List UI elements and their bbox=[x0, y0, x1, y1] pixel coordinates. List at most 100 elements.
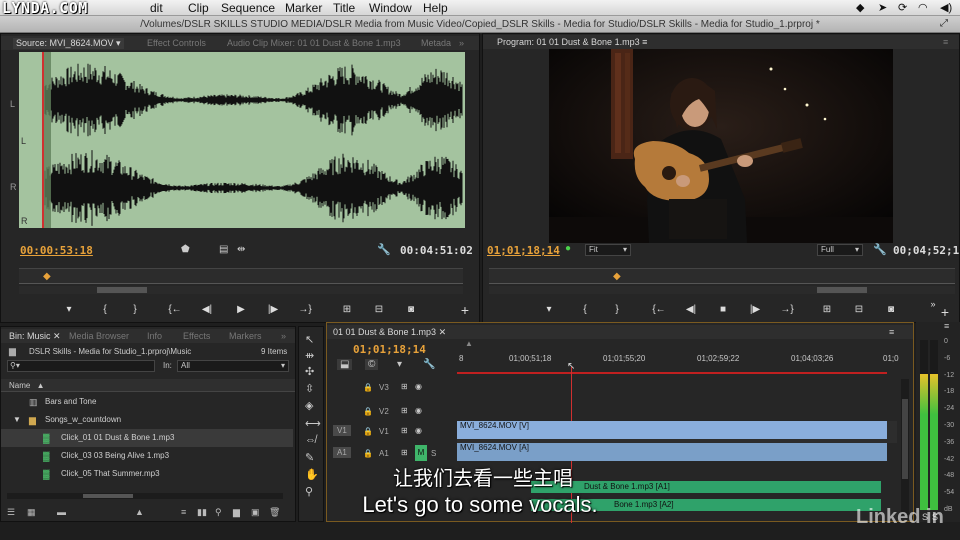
icon-view-icon[interactable]: ▦ bbox=[27, 507, 36, 518]
new-item-icon[interactable]: ▣ bbox=[251, 507, 260, 518]
list-view-icon[interactable]: ☰ bbox=[7, 507, 15, 518]
panel-menu-icon[interactable]: ≡ bbox=[944, 321, 949, 331]
step-back-icon[interactable]: ◀| bbox=[683, 304, 699, 316]
track-v3[interactable]: 🔒 V3 ⊞ ◉ bbox=[327, 379, 457, 397]
add-button-icon[interactable]: + bbox=[937, 305, 953, 319]
clip-v1[interactable]: MVI_8624.MOV [V] bbox=[457, 421, 887, 439]
wrench-icon[interactable]: 🔧 bbox=[873, 243, 887, 256]
tab-metadata[interactable]: Metada bbox=[421, 38, 451, 48]
step-forward-icon[interactable]: |▶ bbox=[747, 304, 763, 316]
arrow-icon[interactable]: ➤ bbox=[878, 1, 887, 14]
camera-icon[interactable]: ◙ bbox=[883, 304, 899, 316]
volume-icon[interactable]: ◀) bbox=[940, 1, 952, 14]
extract-icon[interactable]: ⊟ bbox=[851, 304, 867, 316]
menu-window[interactable]: Window bbox=[369, 1, 412, 15]
zoom-slider-icon[interactable]: ▲ bbox=[135, 507, 144, 517]
search-input[interactable]: ⚲▾ bbox=[7, 360, 155, 372]
list-item[interactable]: ▼ ▆ Songs_w_countdown bbox=[1, 411, 293, 429]
wrench-icon[interactable]: 🔧 bbox=[423, 359, 435, 370]
tab-audio-clip-mixer[interactable]: Audio Clip Mixer: 01 01 Dust & Bone 1.mp… bbox=[227, 38, 401, 48]
zoom-handle[interactable] bbox=[817, 287, 867, 293]
panel-more-icon[interactable]: » bbox=[281, 331, 286, 341]
solo-button[interactable]: S bbox=[431, 449, 436, 458]
track-a1[interactable]: A1 🔒 A1 ⊞ M S bbox=[327, 445, 457, 463]
marker-icon[interactable]: ⬟ bbox=[181, 244, 190, 255]
list-item[interactable]: ▓ Click_05 That Summer.mp3 bbox=[1, 465, 293, 483]
track-v1[interactable]: V1 🔒 V1 ⊞ ◉ bbox=[327, 423, 457, 441]
program-video-frame[interactable] bbox=[549, 49, 893, 243]
eye-icon[interactable]: ◉ bbox=[415, 426, 422, 435]
source-zoom-bar[interactable] bbox=[19, 286, 463, 294]
source-patch[interactable]: A1 bbox=[333, 447, 351, 458]
menu-title[interactable]: Title bbox=[333, 1, 355, 15]
hand-icon[interactable]: ✋ bbox=[305, 468, 319, 481]
lift-icon[interactable]: ⊞ bbox=[819, 304, 835, 316]
source-timecode-in[interactable]: 00:00:53:18 bbox=[20, 244, 93, 257]
add-marker-icon[interactable]: ▾ bbox=[541, 304, 557, 316]
quality-select[interactable]: Full ▾ bbox=[817, 244, 863, 256]
camera-icon[interactable]: ◙ bbox=[403, 304, 419, 316]
menu-sequence[interactable]: Sequence bbox=[221, 1, 275, 15]
step-forward-icon[interactable]: |▶ bbox=[265, 304, 281, 316]
work-area-icon[interactable]: ▲ bbox=[465, 339, 473, 348]
slip-icon[interactable]: ⟷ bbox=[305, 417, 321, 430]
tab-info[interactable]: Info bbox=[147, 331, 162, 341]
column-header[interactable]: Name ▲ bbox=[1, 379, 295, 392]
zoom-out-icon[interactable]: ▬ bbox=[57, 507, 66, 517]
mark-out-icon[interactable]: } bbox=[609, 304, 625, 316]
lock-icon[interactable]: 🔒 bbox=[363, 407, 373, 416]
slide-icon[interactable]: ⇎ bbox=[305, 434, 316, 446]
selection-tool-icon[interactable]: ↖ bbox=[305, 333, 314, 346]
dropbox-icon[interactable]: ◆ bbox=[856, 1, 864, 14]
tab-sequence[interactable]: 01 01 Dust & Bone 1.mp3 ✕ bbox=[333, 327, 446, 338]
add-button-icon[interactable]: + bbox=[457, 303, 473, 317]
eye-icon[interactable]: ◉ bbox=[415, 406, 422, 415]
mark-in-icon[interactable]: { bbox=[97, 304, 113, 316]
toggle-sync-icon[interactable]: ⊞ bbox=[401, 448, 408, 457]
program-time-ruler[interactable]: ◆ bbox=[489, 268, 955, 284]
timeline-timecode[interactable]: 01;01;18;14 bbox=[353, 343, 426, 356]
refresh-icon[interactable]: ⟳ bbox=[898, 1, 907, 14]
add-marker-icon[interactable]: ▾ bbox=[61, 304, 77, 316]
go-to-in-icon[interactable]: {← bbox=[651, 304, 667, 316]
fullscreen-icon[interactable]: ⤢ bbox=[940, 18, 948, 29]
list-item[interactable]: ▥ Bars and Tone bbox=[1, 393, 293, 411]
automate-icon[interactable]: ▮▮ bbox=[197, 507, 207, 518]
panel-menu-icon[interactable]: ≡ bbox=[889, 327, 894, 337]
pen-icon[interactable]: ✎ bbox=[305, 451, 314, 464]
disclosure-open-icon[interactable]: ▼ bbox=[13, 411, 21, 429]
zoom-handle[interactable] bbox=[97, 287, 147, 293]
tab-source[interactable]: Source: MVI_8624.MOV ▾ bbox=[13, 38, 124, 49]
mute-button[interactable]: M bbox=[415, 445, 427, 461]
trash-icon[interactable]: 🗑 bbox=[269, 507, 280, 518]
clip-a1[interactable]: MVI_8624.MOV [A] bbox=[457, 443, 887, 461]
eye-icon[interactable]: ◉ bbox=[415, 382, 422, 391]
menu-edit[interactable]: dit bbox=[150, 1, 163, 15]
program-timecode-in[interactable]: 01;01;18;14 bbox=[487, 244, 560, 257]
source-patch[interactable]: V1 bbox=[333, 425, 351, 436]
toggle-sync-icon[interactable]: ⊞ bbox=[401, 426, 408, 435]
lock-icon[interactable]: 🔒 bbox=[363, 427, 373, 436]
play-icon[interactable]: ▶ bbox=[233, 304, 249, 316]
mark-in-icon[interactable]: { bbox=[577, 304, 593, 316]
go-to-out-icon[interactable]: →} bbox=[297, 304, 313, 316]
track-v2[interactable]: 🔒 V2 ⊞ ◉ bbox=[327, 403, 457, 421]
list-item[interactable]: ▓ Click_01 01 Dust & Bone 1.mp3 bbox=[1, 429, 293, 447]
tab-media-browser[interactable]: Media Browser bbox=[69, 331, 129, 341]
audio-waveform[interactable] bbox=[19, 52, 465, 228]
wrench-icon[interactable]: 🔧 bbox=[377, 243, 391, 256]
tab-program[interactable]: Program: 01 01 Dust & Bone 1.mp3 ≡ bbox=[497, 37, 647, 47]
vertical-scrollbar[interactable] bbox=[901, 379, 909, 515]
drag-audio-icon[interactable]: ⇹ bbox=[237, 244, 245, 255]
horizontal-scrollbar[interactable] bbox=[7, 493, 283, 499]
panel-menu-icon[interactable]: ≡ bbox=[943, 37, 948, 47]
go-to-in-icon[interactable]: {← bbox=[167, 304, 183, 316]
wifi-icon[interactable]: ◠ bbox=[918, 1, 928, 14]
playhead-icon[interactable]: ◆ bbox=[43, 271, 51, 282]
new-bin-icon[interactable]: ▆ bbox=[233, 507, 240, 518]
overwrite-icon[interactable]: ⊟ bbox=[371, 304, 387, 316]
toggle-sync-icon[interactable]: ⊞ bbox=[401, 382, 408, 391]
tab-effects[interactable]: Effects bbox=[183, 331, 210, 341]
rate-stretch-icon[interactable]: ⇳ bbox=[305, 382, 314, 395]
list-item[interactable]: ▓ Click_03 03 Being Alive 1.mp3 bbox=[1, 447, 293, 465]
